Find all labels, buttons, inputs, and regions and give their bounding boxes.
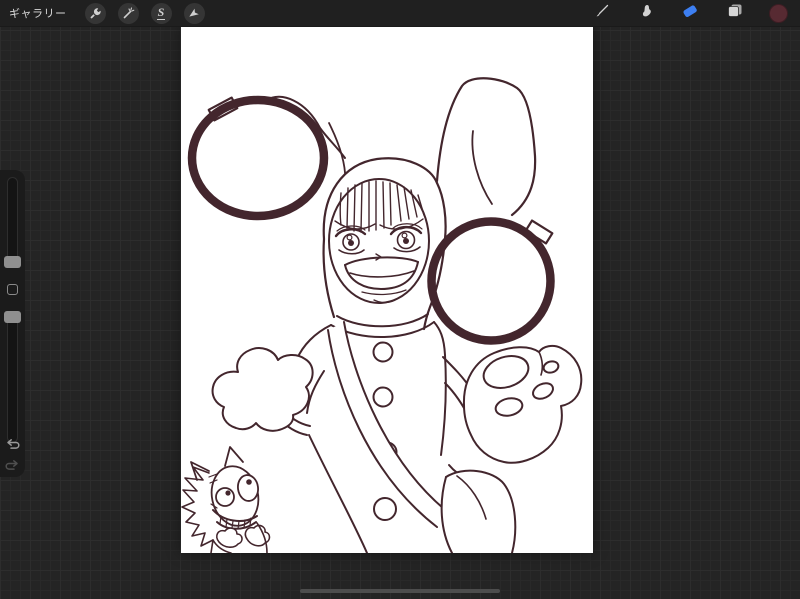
magic-wand-icon — [122, 6, 135, 20]
drawing-canvas[interactable] — [181, 25, 593, 553]
color-button[interactable] — [765, 0, 791, 26]
transform-button[interactable] — [183, 2, 205, 24]
layers-button[interactable] — [721, 0, 747, 26]
home-indicator[interactable] — [300, 589, 500, 593]
actions-button[interactable] — [84, 2, 106, 24]
left-thick-ring — [187, 95, 329, 221]
smudge-finger-icon — [638, 3, 654, 24]
undo-arrow-icon — [3, 439, 22, 458]
hip-pouch — [440, 469, 517, 553]
wrench-icon — [89, 7, 102, 20]
cloud-mitten — [211, 347, 314, 432]
bunny-ear — [435, 77, 537, 217]
selection-button[interactable]: S — [150, 2, 172, 24]
crossbody-sash — [327, 321, 450, 528]
transform-arrow-icon — [188, 7, 201, 20]
opacity-slider[interactable] — [7, 311, 18, 443]
erase-button[interactable] — [677, 0, 703, 26]
selection-s-icon: S — [156, 5, 166, 20]
smudge-button[interactable] — [633, 0, 659, 26]
modify-button[interactable] — [7, 284, 18, 295]
adjustments-button[interactable] — [117, 2, 139, 24]
toolbar-right-group — [580, 0, 800, 26]
paint-button[interactable] — [589, 0, 615, 26]
right-thick-ring — [427, 217, 555, 345]
redo-arrow-icon — [3, 460, 22, 479]
canvas-artwork — [181, 77, 583, 553]
paintbrush-icon — [594, 3, 610, 24]
paw-mitten — [462, 344, 583, 464]
color-swatch — [768, 3, 788, 23]
gallery-button[interactable]: ギャラリー — [9, 5, 67, 21]
layers-icon — [726, 2, 743, 24]
left-ear-lines — [266, 95, 347, 186]
grinning-cat — [181, 446, 271, 553]
toolbar-left-group: ギャラリー S — [0, 2, 211, 24]
brush-sidebar — [0, 170, 25, 477]
undo-button[interactable] — [3, 438, 22, 454]
eraser-icon — [681, 3, 699, 24]
bunny-hood — [322, 157, 447, 331]
top-toolbar: ギャラリー S — [0, 0, 800, 27]
brush-size-handle[interactable] — [4, 256, 21, 268]
redo-button[interactable] — [3, 459, 22, 475]
brush-size-slider[interactable] — [7, 177, 18, 267]
opacity-handle[interactable] — [4, 311, 21, 323]
